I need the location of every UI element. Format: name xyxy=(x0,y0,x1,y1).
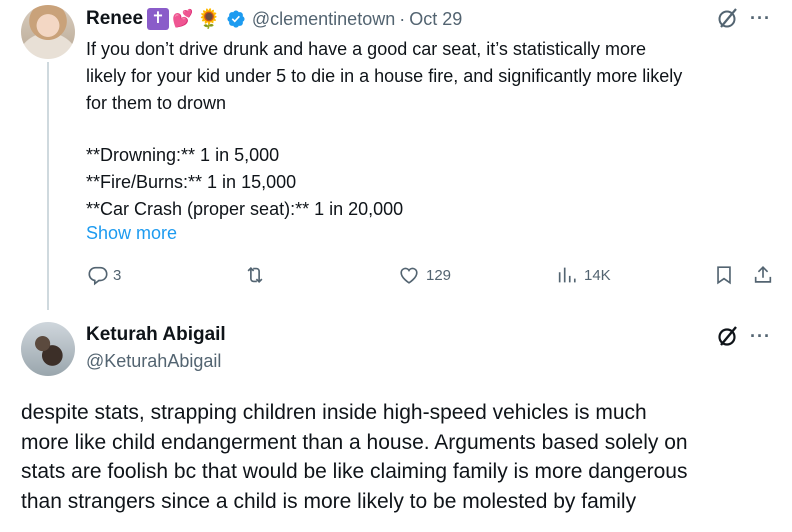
more-icon[interactable]: ··· xyxy=(750,8,771,29)
hearts-emoji: 💕 xyxy=(172,9,194,28)
stat-line: **Car Crash (proper seat):** 1 in 20,000 xyxy=(86,199,404,219)
reply-count: 3 xyxy=(113,266,122,284)
body-line: than strangers since a child is more lik… xyxy=(21,489,637,513)
tweet-menu: ··· xyxy=(716,6,771,30)
views-count: 14K xyxy=(584,266,611,284)
bookmark-icon xyxy=(717,266,731,285)
body-line: despite stats, strapping children inside… xyxy=(21,401,647,424)
body-line: likely for your kid under 5 to die in a … xyxy=(86,66,683,86)
like-button[interactable]: 129 xyxy=(398,264,451,286)
tweet-date[interactable]: Oct 29 xyxy=(409,9,462,30)
share-button[interactable] xyxy=(752,264,774,286)
views-icon xyxy=(558,267,576,283)
body-line: stats are foolish bc that would be like … xyxy=(21,460,688,483)
author-handle[interactable]: @KeturahAbigail xyxy=(86,351,221,372)
author-name[interactable]: Keturah Abigail xyxy=(86,324,226,346)
sunflower-emoji: 🌻 xyxy=(197,9,221,30)
reply-icon xyxy=(88,266,108,286)
grok-icon[interactable] xyxy=(716,6,740,30)
retweet-icon xyxy=(247,266,263,284)
cross-emoji: ✝ xyxy=(147,8,170,30)
share-icon xyxy=(754,266,772,283)
reply-body: despite stats, strapping children inside… xyxy=(21,398,781,516)
like-icon xyxy=(400,267,418,284)
retweet-button[interactable] xyxy=(244,264,266,286)
grok-icon[interactable] xyxy=(716,324,740,348)
more-icon[interactable]: ··· xyxy=(750,326,771,347)
avatar[interactable] xyxy=(21,322,75,376)
body-line: for them to drown xyxy=(86,93,227,113)
author-name[interactable]: Renee xyxy=(86,8,143,30)
body-line: If you don’t drive drunk and have a good… xyxy=(86,39,646,59)
stat-line: **Drowning:** 1 in 5,000 xyxy=(86,145,280,165)
verified-icon xyxy=(227,10,245,28)
author-handle[interactable]: @clementinetown xyxy=(252,9,395,30)
avatar[interactable] xyxy=(21,5,75,59)
like-count: 129 xyxy=(426,266,452,284)
reply-menu: ··· xyxy=(716,324,771,348)
views-button[interactable]: 14K xyxy=(556,264,611,286)
tweet-body: If you don’t drive drunk and have a good… xyxy=(86,36,776,117)
tweet-header: Renee ✝ 💕 🌻 @clementinetown · Oct 29 xyxy=(86,6,462,32)
thread-line xyxy=(47,62,49,310)
separator: · xyxy=(399,8,406,29)
bookmark-button[interactable] xyxy=(713,264,735,286)
stat-line: **Fire/Burns:** 1 in 15,000 xyxy=(86,172,297,192)
show-more-link[interactable]: Show more xyxy=(86,223,177,244)
body-line: more like child endangerment than a hous… xyxy=(21,430,688,454)
reply-button[interactable]: 3 xyxy=(87,264,121,286)
